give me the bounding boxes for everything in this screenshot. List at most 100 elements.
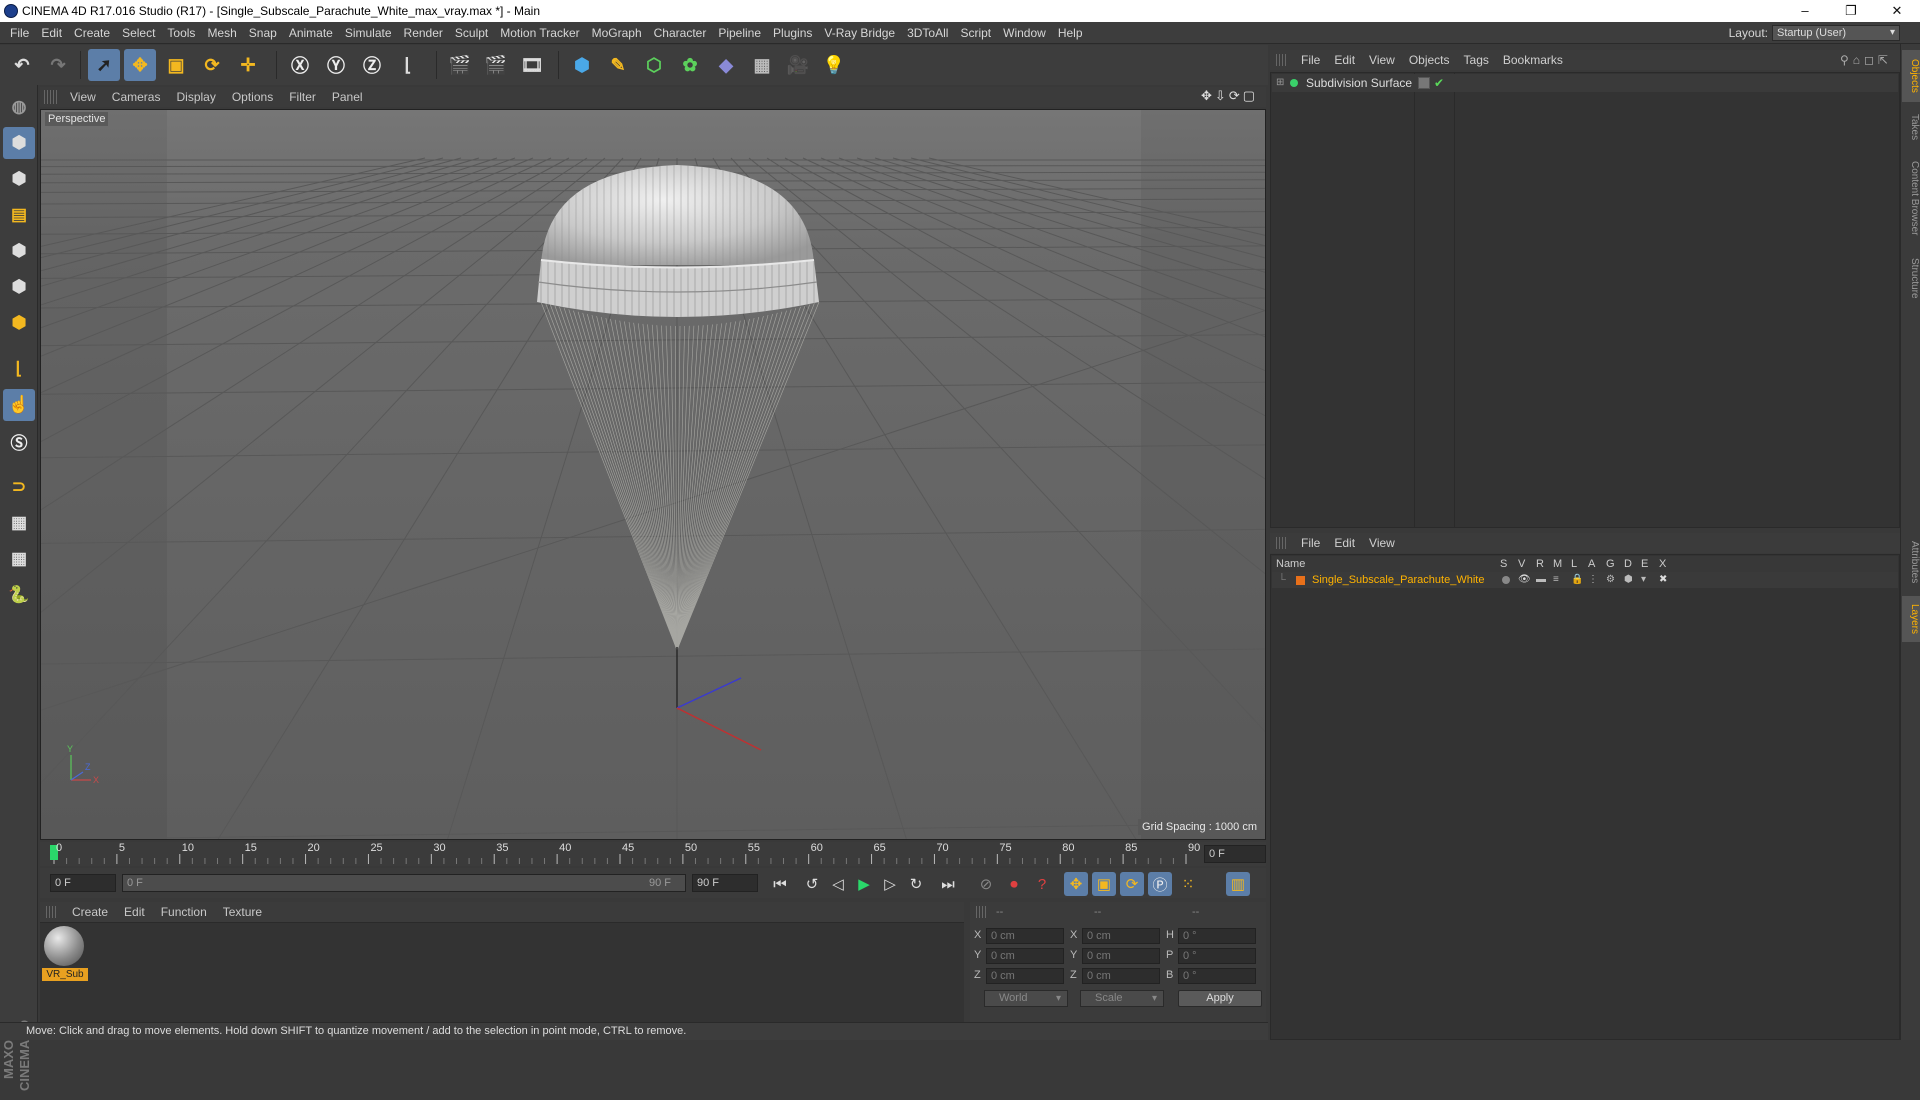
flag-s[interactable]: S: [1500, 556, 1507, 572]
points-mode-icon[interactable]: ⬢: [3, 235, 35, 267]
flag-v[interactable]: V: [1518, 556, 1525, 572]
object-row[interactable]: ⊞ Subdivision Surface ✔: [1272, 74, 1898, 92]
play-icon[interactable]: ▶: [852, 872, 876, 896]
render-toggle-icon[interactable]: ▬: [1536, 572, 1546, 588]
end-frame-field[interactable]: 90 F: [692, 874, 758, 892]
menu-motion-tracker[interactable]: Motion Tracker: [494, 22, 585, 44]
workplane-mode-icon[interactable]: ▤: [3, 199, 35, 231]
menu-select[interactable]: Select: [116, 22, 161, 44]
flag-a[interactable]: A: [1588, 556, 1595, 572]
viewport-menu-filter[interactable]: Filter: [281, 87, 324, 107]
xref-toggle-icon[interactable]: ✖: [1659, 572, 1667, 588]
y-axis-lock-icon[interactable]: Ⓨ: [320, 49, 352, 81]
recent-tool-icon[interactable]: ✛: [232, 49, 264, 81]
key-point-level-icon[interactable]: ⁙: [1176, 872, 1200, 896]
scale-icon[interactable]: ▣: [160, 49, 192, 81]
drag-grip-icon[interactable]: [1276, 537, 1288, 549]
snapping-icon[interactable]: ⊃: [3, 471, 35, 503]
viewport-menu-display[interactable]: Display: [168, 87, 223, 107]
key-parameter-icon[interactable]: Ⓟ: [1148, 872, 1172, 896]
light-icon[interactable]: 💡: [818, 49, 850, 81]
material-menu-edit[interactable]: Edit: [116, 902, 153, 922]
go-to-start-icon[interactable]: ⏮: [768, 872, 792, 896]
current-frame-field[interactable]: 0 F: [1204, 845, 1266, 863]
menu-snap[interactable]: Snap: [243, 22, 283, 44]
tab-takes[interactable]: Takes: [1902, 106, 1920, 148]
solo-mode-icon[interactable]: Ⓢ: [3, 425, 35, 457]
size-mode-select[interactable]: Scale: [1080, 990, 1164, 1007]
object-menu-file[interactable]: File: [1294, 50, 1327, 70]
layer-menu-edit[interactable]: Edit: [1327, 533, 1362, 553]
flag-r[interactable]: R: [1536, 556, 1544, 572]
layer-row[interactable]: └ Single_Subscale_Parachute_White 👁 ▬ ≡ …: [1272, 572, 1898, 588]
object-menu-edit[interactable]: Edit: [1327, 50, 1362, 70]
viewport-camera-label[interactable]: Perspective: [45, 112, 109, 126]
texture-mode-icon[interactable]: ⬢: [3, 163, 35, 195]
render-picture-viewer-icon[interactable]: 🎬: [480, 49, 512, 81]
layer-color-swatch[interactable]: [1296, 576, 1305, 585]
next-key-icon[interactable]: ↻: [904, 872, 928, 896]
camera-icon[interactable]: 🎥: [782, 49, 814, 81]
minimize-button[interactable]: –: [1782, 0, 1828, 22]
menu-character[interactable]: Character: [648, 22, 713, 44]
coordinate-system-icon[interactable]: ⌊: [392, 49, 424, 81]
rotation-p-field[interactable]: 0 °: [1178, 948, 1256, 964]
tab-objects[interactable]: Objects: [1902, 50, 1920, 102]
menu-plugins[interactable]: Plugins: [767, 22, 818, 44]
redo-icon[interactable]: ↷: [42, 49, 74, 81]
viewport-menu-view[interactable]: View: [62, 87, 104, 107]
make-editable-icon[interactable]: ◍: [3, 91, 35, 123]
locked-toggle-icon[interactable]: 🔒: [1571, 572, 1583, 588]
edges-mode-icon[interactable]: ⬢: [3, 271, 35, 303]
object-name[interactable]: Subdivision Surface: [1306, 74, 1412, 92]
size-z-field[interactable]: 0 cm: [1082, 968, 1160, 984]
layer-menu-view[interactable]: View: [1362, 533, 1402, 553]
visible-toggle-icon[interactable]: 👁: [1518, 572, 1531, 588]
object-menu-view[interactable]: View: [1362, 50, 1402, 70]
flag-d[interactable]: D: [1624, 556, 1632, 572]
object-menu-objects[interactable]: Objects: [1402, 50, 1457, 70]
restore-button[interactable]: ❐: [1828, 0, 1874, 22]
layer-name-column[interactable]: Name: [1276, 556, 1305, 572]
object-menu-tags[interactable]: Tags: [1457, 50, 1496, 70]
start-frame-field[interactable]: 0 F: [50, 874, 116, 892]
material-menu-texture[interactable]: Texture: [215, 902, 270, 922]
timeline-ruler[interactable]: 0 5 10 15 20 25 30 35 40 45 50 55 60 65 70 75 80 85 90: [40, 842, 1266, 866]
workplane-lock-icon[interactable]: ▦: [3, 507, 35, 539]
drag-grip-icon[interactable]: [44, 90, 58, 104]
menu-tools[interactable]: Tools: [161, 22, 201, 44]
viewport-menu-panel[interactable]: Panel: [324, 87, 371, 107]
size-y-field[interactable]: 0 cm: [1082, 948, 1160, 964]
expand-icon[interactable]: ⊞: [1276, 74, 1284, 92]
menu-render[interactable]: Render: [398, 22, 449, 44]
rotation-h-field[interactable]: 0 °: [1178, 928, 1256, 944]
layout-select[interactable]: Startup (User): [1772, 25, 1900, 41]
position-z-field[interactable]: 0 cm: [986, 968, 1064, 984]
flag-l[interactable]: L: [1571, 556, 1577, 572]
generators-toggle-icon[interactable]: ⚙: [1606, 572, 1615, 588]
x-axis-lock-icon[interactable]: Ⓧ: [284, 49, 316, 81]
drag-grip-icon[interactable]: [46, 906, 58, 918]
coordinate-space-select[interactable]: World: [984, 990, 1068, 1007]
animation-toggle-icon[interactable]: ⋮: [1588, 572, 1598, 588]
render-view-icon[interactable]: 🎬: [444, 49, 476, 81]
menu-mesh[interactable]: Mesh: [201, 22, 242, 44]
tab-layers[interactable]: Layers: [1902, 596, 1920, 642]
menu-3dtoall[interactable]: 3DToAll: [901, 22, 954, 44]
visibility-toggle-icon[interactable]: [1418, 77, 1430, 89]
object-menu-bookmarks[interactable]: Bookmarks: [1496, 50, 1570, 70]
material-menu-function[interactable]: Function: [153, 902, 215, 922]
undo-icon[interactable]: ↶: [6, 49, 38, 81]
viewport-menu-options[interactable]: Options: [224, 87, 281, 107]
key-rotation-icon[interactable]: ⟳: [1120, 872, 1144, 896]
previous-key-icon[interactable]: ↺: [800, 872, 824, 896]
material-menu-create[interactable]: Create: [64, 902, 116, 922]
previous-frame-icon[interactable]: ◁: [826, 872, 850, 896]
viewport-menu-cameras[interactable]: Cameras: [104, 87, 169, 107]
key-scale-icon[interactable]: ▣: [1092, 872, 1116, 896]
floor-environment-icon[interactable]: ▦: [746, 49, 778, 81]
close-button[interactable]: ✕: [1874, 0, 1920, 22]
position-y-field[interactable]: 0 cm: [986, 948, 1064, 964]
tab-attributes[interactable]: Attributes: [1902, 532, 1920, 592]
range-slider[interactable]: 0 F 90 F: [122, 874, 686, 892]
